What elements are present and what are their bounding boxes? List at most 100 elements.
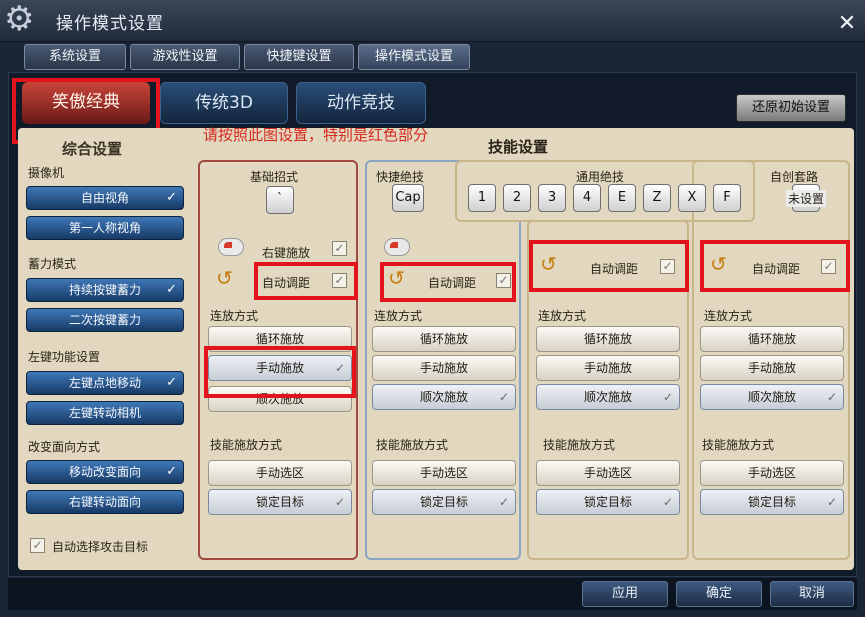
cast-option-manual-area-quick[interactable]: 手动选区 bbox=[372, 460, 516, 486]
right-click-cast-label: 右键施放 bbox=[262, 246, 311, 260]
check-icon: ✓ bbox=[498, 495, 509, 509]
auto-range-icon: ↺ bbox=[216, 266, 233, 290]
right-click-cast-checkbox[interactable]: ✓ bbox=[332, 241, 347, 256]
option-label: 顺次施放 bbox=[583, 390, 632, 404]
check-icon: ✓ bbox=[662, 495, 673, 509]
option-label: 锁定目标 bbox=[747, 495, 796, 509]
charge-option-hold[interactable]: 持续按键蓄力 ✓ bbox=[26, 278, 184, 302]
release-option-manual-general[interactable]: 手动施放 bbox=[536, 355, 680, 381]
release-option-sequential-quick[interactable]: 顺次施放 ✓ bbox=[372, 384, 516, 410]
cast-option-lock-target-quick[interactable]: 锁定目标 ✓ bbox=[372, 489, 516, 515]
skill-key-e[interactable]: E bbox=[608, 184, 636, 212]
close-button[interactable]: ✕ bbox=[836, 13, 858, 35]
tab-gameplay-settings[interactable]: 游戏性设置 bbox=[130, 44, 240, 70]
mouse-icon bbox=[218, 238, 244, 256]
camera-option-free-view[interactable]: 自由视角 ✓ bbox=[26, 186, 184, 210]
check-icon: ✓ bbox=[334, 495, 345, 509]
left-key-option-rotate-camera[interactable]: 左键转动相机 bbox=[26, 401, 184, 425]
option-label: 顺次施放 bbox=[747, 390, 796, 404]
option-label: 持续按键蓄力 bbox=[68, 283, 141, 297]
cast-mode-label-general: 技能施放方式 bbox=[543, 438, 616, 452]
custom-routine-label: 自创套路 bbox=[770, 170, 819, 184]
skill-key-x[interactable]: X bbox=[678, 184, 706, 212]
option-label: 锁定目标 bbox=[419, 495, 468, 509]
general-settings-title: 综合设置 bbox=[62, 140, 123, 158]
auto-target-checkbox[interactable]: ✓ bbox=[30, 538, 45, 553]
quick-skills-label: 快捷绝技 bbox=[376, 170, 425, 184]
release-option-manual-quick[interactable]: 手动施放 bbox=[372, 355, 516, 381]
check-icon: ✓ bbox=[826, 390, 837, 404]
tab-control-mode-settings[interactable]: 操作模式设置 bbox=[358, 44, 470, 70]
release-option-sequential-custom[interactable]: 顺次施放 ✓ bbox=[700, 384, 844, 410]
cast-option-lock-target-basic[interactable]: 锁定目标 ✓ bbox=[208, 489, 352, 515]
release-mode-label-basic: 连放方式 bbox=[210, 309, 259, 323]
option-label: 左键点地移动 bbox=[68, 376, 141, 390]
ok-button[interactable]: 确定 bbox=[676, 581, 762, 607]
cast-option-lock-target-general[interactable]: 锁定目标 ✓ bbox=[536, 489, 680, 515]
skill-key-f[interactable]: F bbox=[713, 184, 741, 212]
option-label: 自由视角 bbox=[80, 191, 129, 205]
release-option-loop-custom[interactable]: 循环施放 bbox=[700, 326, 844, 352]
general-skills-label: 通用绝技 bbox=[576, 170, 625, 184]
mode-tab-action[interactable]: 动作竞技 bbox=[296, 82, 426, 124]
facing-option-right-key[interactable]: 右键转动面向 bbox=[26, 490, 184, 514]
camera-option-first-person[interactable]: 第一人称视角 bbox=[26, 216, 184, 240]
basic-moves-label: 基础招式 bbox=[250, 170, 299, 184]
cancel-button[interactable]: 取消 bbox=[770, 581, 854, 607]
mouse-icon bbox=[384, 238, 410, 256]
window-title: 操作模式设置 bbox=[56, 14, 164, 34]
cast-option-manual-area-general[interactable]: 手动选区 bbox=[536, 460, 680, 486]
option-label: 移动改变面向 bbox=[68, 465, 141, 479]
release-mode-label-general: 连放方式 bbox=[538, 309, 587, 323]
highlight-auto-range-quick bbox=[380, 262, 516, 302]
cast-mode-label-quick: 技能施放方式 bbox=[376, 438, 449, 452]
check-icon: ✓ bbox=[662, 390, 673, 404]
mode-tab-traditional-3d[interactable]: 传统3D bbox=[160, 82, 288, 124]
skill-key-1[interactable]: 1 bbox=[468, 184, 496, 212]
release-mode-label-quick: 连放方式 bbox=[374, 309, 423, 323]
tab-system-settings[interactable]: 系统设置 bbox=[24, 44, 126, 70]
check-icon: ✓ bbox=[166, 375, 177, 390]
instruction-notice: 请按照此图设置，特别是红色部分 bbox=[203, 126, 429, 144]
restore-defaults-button[interactable]: 还原初始设置 bbox=[736, 94, 846, 122]
apply-button[interactable]: 应用 bbox=[582, 581, 668, 607]
option-label: 顺次施放 bbox=[419, 390, 468, 404]
left-key-function-label: 左键功能设置 bbox=[28, 350, 101, 364]
skill-key-z[interactable]: Z bbox=[643, 184, 671, 212]
camera-label: 摄像机 bbox=[28, 166, 65, 180]
option-label: 锁定目标 bbox=[255, 495, 304, 509]
custom-unset-label: 未设置 bbox=[786, 190, 827, 207]
tab-hotkey-settings[interactable]: 快捷键设置 bbox=[244, 44, 354, 70]
skill-key-3[interactable]: 3 bbox=[538, 184, 566, 212]
quick-skills-key[interactable]: Cap bbox=[392, 184, 424, 212]
cast-option-manual-area-custom[interactable]: 手动选区 bbox=[700, 460, 844, 486]
highlight-manual-release bbox=[204, 346, 356, 398]
facing-mode-label: 改变面向方式 bbox=[28, 440, 101, 454]
cast-option-lock-target-custom[interactable]: 锁定目标 ✓ bbox=[700, 489, 844, 515]
highlight-auto-range-basic bbox=[254, 262, 358, 300]
skill-key-4[interactable]: 4 bbox=[573, 184, 601, 212]
highlight-auto-range-custom bbox=[700, 240, 850, 292]
skill-settings-title: 技能设置 bbox=[488, 138, 549, 156]
check-icon: ✓ bbox=[166, 190, 177, 205]
auto-target-label: 自动选择攻击目标 bbox=[52, 540, 149, 554]
release-option-loop-quick[interactable]: 循环施放 bbox=[372, 326, 516, 352]
gear-icon: ⚙ bbox=[4, 0, 35, 39]
facing-option-move[interactable]: 移动改变面向 ✓ bbox=[26, 460, 184, 484]
release-option-sequential-general[interactable]: 顺次施放 ✓ bbox=[536, 384, 680, 410]
release-option-loop-general[interactable]: 循环施放 bbox=[536, 326, 680, 352]
cast-option-manual-area-basic[interactable]: 手动选区 bbox=[208, 460, 352, 486]
skill-key-2[interactable]: 2 bbox=[503, 184, 531, 212]
basic-moves-key[interactable]: ` bbox=[266, 186, 294, 214]
charge-mode-label: 蓄力模式 bbox=[28, 257, 77, 271]
option-label: 锁定目标 bbox=[583, 495, 632, 509]
check-icon: ✓ bbox=[826, 495, 837, 509]
charge-option-double-press[interactable]: 二次按键蓄力 bbox=[26, 308, 184, 332]
check-icon: ✓ bbox=[498, 390, 509, 404]
left-key-option-ground-move[interactable]: 左键点地移动 ✓ bbox=[26, 371, 184, 395]
release-mode-label-custom: 连放方式 bbox=[704, 309, 753, 323]
release-option-manual-custom[interactable]: 手动施放 bbox=[700, 355, 844, 381]
check-icon: ✓ bbox=[166, 464, 177, 479]
cast-mode-label-basic: 技能施放方式 bbox=[210, 438, 283, 452]
cast-mode-label-custom: 技能施放方式 bbox=[702, 438, 775, 452]
